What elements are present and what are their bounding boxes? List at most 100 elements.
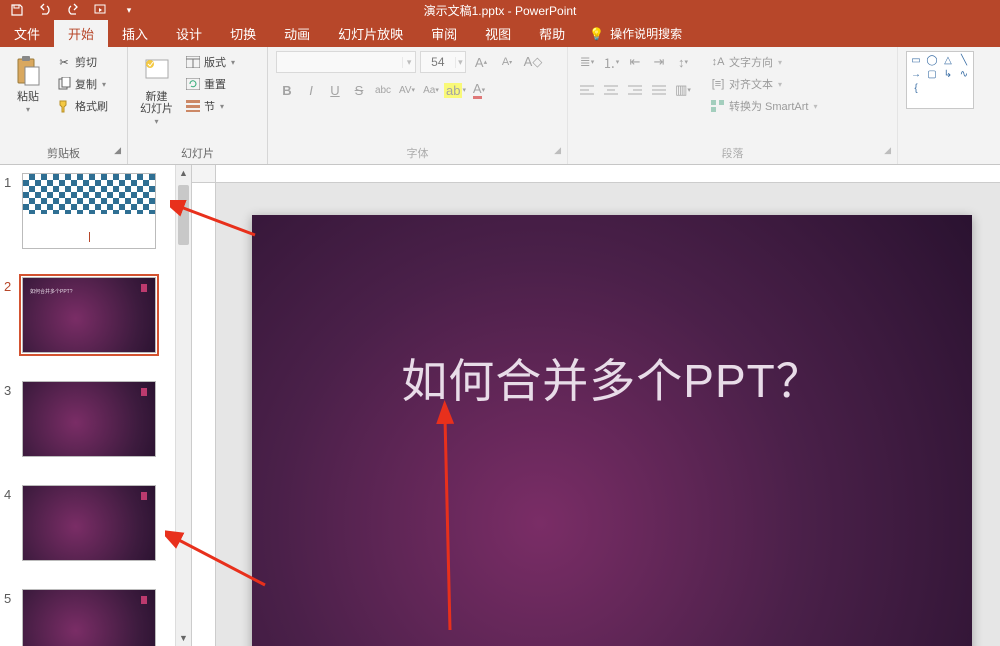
slide-thumb-2[interactable]: 2 如何合并多个PPT? xyxy=(0,275,191,355)
layout-icon xyxy=(185,54,201,70)
redo-icon[interactable] xyxy=(66,3,80,17)
tab-home[interactable]: 开始 xyxy=(54,20,108,47)
paragraph-launcher-icon[interactable]: ◢ xyxy=(884,145,891,156)
decrease-font-button[interactable]: A▾ xyxy=(496,51,518,73)
shadow-button[interactable]: abc xyxy=(372,79,394,101)
shape-rounded-rect-icon[interactable]: ▢ xyxy=(925,68,939,80)
text-direction-icon: ↕A xyxy=(710,54,726,70)
paragraph-group-label: 段落 xyxy=(722,148,744,160)
paste-label: 粘贴 xyxy=(17,91,39,103)
ribbon-tabs: 文件 开始 插入 设计 切换 动画 幻灯片放映 审阅 视图 帮助 💡 操作说明搜… xyxy=(0,20,1000,47)
numbering-button[interactable]: ⒈▾ xyxy=(600,51,622,73)
workspace: 1 2 如何合并多个PPT? 3 4 5 ▲ ▼ xyxy=(0,165,1000,646)
shape-rect-icon[interactable]: ▭ xyxy=(909,54,923,66)
clipboard-launcher-icon[interactable]: ◢ xyxy=(114,145,121,156)
italic-button[interactable]: I xyxy=(300,79,322,101)
align-text-icon: [≡] xyxy=(710,76,726,92)
tab-help[interactable]: 帮助 xyxy=(525,20,579,47)
format-painter-button[interactable]: 格式刷 xyxy=(54,95,110,117)
tab-view[interactable]: 视图 xyxy=(471,20,525,47)
increase-indent-button[interactable]: ⇥ xyxy=(648,51,670,73)
start-from-beginning-icon[interactable] xyxy=(94,3,108,17)
shapes-gallery[interactable]: ▭ ◯ △ ╲ → ▢ ↳ ∿ { xyxy=(906,51,974,109)
chevron-down-icon[interactable]: ▾ xyxy=(455,57,465,68)
tab-animations[interactable]: 动画 xyxy=(270,20,324,47)
scroll-up-icon[interactable]: ▲ xyxy=(176,165,191,181)
layout-button[interactable]: 版式▾ xyxy=(183,51,237,73)
slide-thumb-1[interactable]: 1 xyxy=(0,171,191,251)
horizontal-ruler[interactable] xyxy=(216,165,1000,183)
scroll-down-icon[interactable]: ▼ xyxy=(176,630,191,646)
reset-icon xyxy=(185,76,201,92)
justify-button[interactable] xyxy=(648,79,670,101)
current-slide-canvas[interactable]: 如何合并多个PPT？ xyxy=(252,215,972,646)
lightbulb-icon: 💡 xyxy=(589,27,604,41)
columns-button[interactable]: ▥▾ xyxy=(672,79,694,101)
paste-button[interactable]: 粘贴 ▾ xyxy=(8,51,48,116)
thumb-number: 5 xyxy=(4,589,22,646)
cut-button[interactable]: ✂剪切 xyxy=(54,51,110,73)
bullets-button[interactable]: ≣▾ xyxy=(576,51,598,73)
tab-design[interactable]: 设计 xyxy=(162,20,216,47)
thumb-preview xyxy=(22,485,156,561)
new-slide-button[interactable]: 新建 幻灯片 ▾ xyxy=(136,51,177,128)
align-left-button[interactable] xyxy=(576,79,598,101)
copy-button[interactable]: 复制▾ xyxy=(54,73,110,95)
bold-button[interactable]: B xyxy=(276,79,298,101)
shape-triangle-icon[interactable]: △ xyxy=(941,54,955,66)
shape-oval-icon[interactable]: ◯ xyxy=(925,54,939,66)
align-right-button[interactable] xyxy=(624,79,646,101)
change-case-button[interactable]: Aa▾ xyxy=(420,79,442,101)
shape-brace-icon[interactable]: { xyxy=(909,82,923,94)
font-size-input[interactable] xyxy=(421,55,455,69)
character-spacing-button[interactable]: AV▾ xyxy=(396,79,418,101)
undo-icon[interactable] xyxy=(38,3,52,17)
slide-thumb-5[interactable]: 5 xyxy=(0,587,191,646)
thumb-preview xyxy=(22,173,156,249)
qat-customize-icon[interactable]: ▾ xyxy=(122,3,136,17)
shape-connector-icon[interactable]: ↳ xyxy=(941,68,955,80)
smartart-icon xyxy=(710,98,726,114)
underline-button[interactable]: U xyxy=(324,79,346,101)
section-button[interactable]: 节▾ xyxy=(183,95,237,117)
font-color-button[interactable]: A▾ xyxy=(468,79,490,101)
thumbnail-scrollbar[interactable]: ▲ ▼ xyxy=(175,165,191,646)
decrease-indent-button[interactable]: ⇤ xyxy=(624,51,646,73)
font-size-combo[interactable]: ▾ xyxy=(420,51,466,73)
tab-review[interactable]: 审阅 xyxy=(417,20,471,47)
quick-access-toolbar: ▾ xyxy=(0,0,1000,20)
shape-curve-icon[interactable]: ∿ xyxy=(957,68,971,80)
line-spacing-button[interactable]: ↕▾ xyxy=(672,51,694,73)
tab-slideshow[interactable]: 幻灯片放映 xyxy=(324,20,417,47)
scissors-icon: ✂ xyxy=(56,54,72,70)
font-family-input[interactable] xyxy=(277,55,402,69)
slide-title-text[interactable]: 如何合并多个PPT？ xyxy=(252,345,972,411)
strikethrough-button[interactable]: S xyxy=(348,79,370,101)
highlight-button[interactable]: ab▾ xyxy=(444,79,466,101)
save-icon[interactable] xyxy=(10,3,24,17)
convert-smartart-button[interactable]: 转换为 SmartArt▾ xyxy=(708,95,819,117)
ribbon: 粘贴 ▾ ✂剪切 复制▾ 格式刷 剪贴板◢ 新建 幻灯片 ▾ 版式▾ 重置 节▾ xyxy=(0,47,1000,165)
text-direction-button[interactable]: ↕A文字方向▾ xyxy=(708,51,819,73)
scroll-handle[interactable] xyxy=(178,185,189,245)
slide-thumb-4[interactable]: 4 xyxy=(0,483,191,563)
slide-editor[interactable]: 如何合并多个PPT？ xyxy=(192,165,1000,646)
chevron-down-icon[interactable]: ▾ xyxy=(402,57,415,68)
slide-thumb-3[interactable]: 3 xyxy=(0,379,191,459)
shape-arrow-icon[interactable]: → xyxy=(909,68,923,80)
reset-button[interactable]: 重置 xyxy=(183,73,237,95)
increase-font-button[interactable]: A▴ xyxy=(470,51,492,73)
tell-me-search[interactable]: 💡 操作说明搜索 xyxy=(589,20,682,47)
font-launcher-icon[interactable]: ◢ xyxy=(554,145,561,156)
align-center-button[interactable] xyxy=(600,79,622,101)
tab-insert[interactable]: 插入 xyxy=(108,20,162,47)
vertical-ruler[interactable] xyxy=(192,183,216,646)
tab-transitions[interactable]: 切换 xyxy=(216,20,270,47)
tab-file[interactable]: 文件 xyxy=(0,20,54,47)
font-family-combo[interactable]: ▾ xyxy=(276,51,416,73)
clear-formatting-button[interactable]: A◇ xyxy=(522,51,544,73)
ruler-corner xyxy=(192,165,216,183)
align-text-button[interactable]: [≡]对齐文本▾ xyxy=(708,73,819,95)
shape-line-icon[interactable]: ╲ xyxy=(957,54,971,66)
thumb-preview: 如何合并多个PPT? xyxy=(22,277,156,353)
